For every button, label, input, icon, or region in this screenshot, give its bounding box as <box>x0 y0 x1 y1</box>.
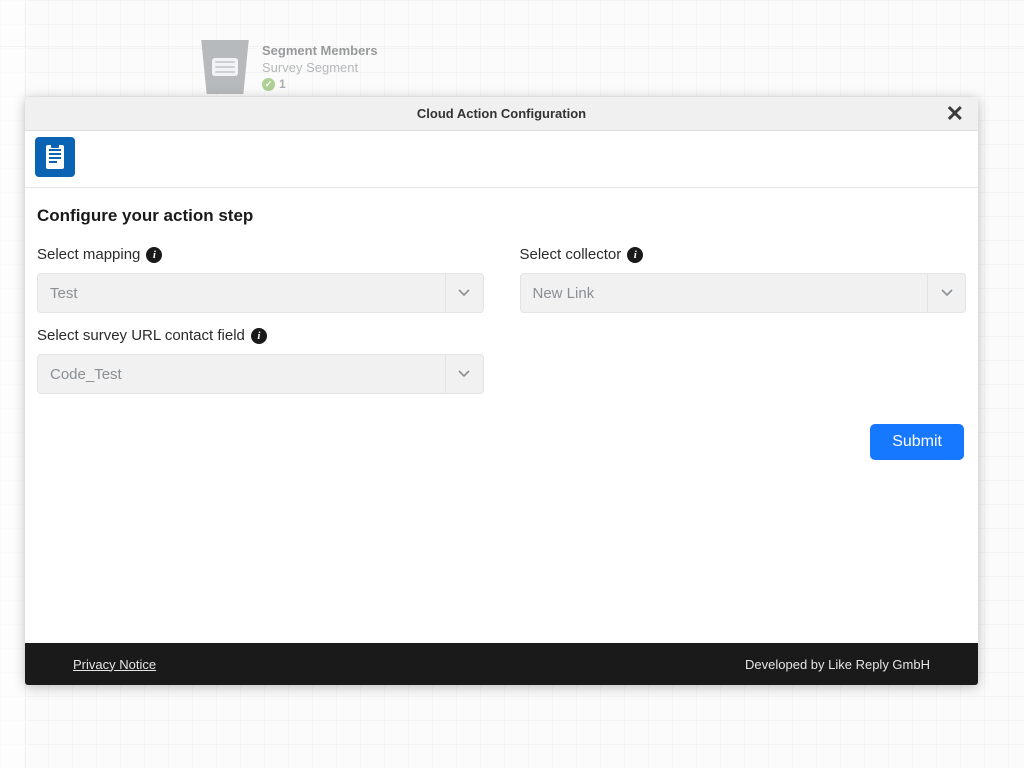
mapping-label: Select mapping i <box>37 246 484 263</box>
modal-footer: Privacy Notice Developed by Like Reply G… <box>25 643 978 685</box>
privacy-notice-link[interactable]: Privacy Notice <box>73 657 156 672</box>
developer-credit: Developed by Like Reply GmbH <box>745 657 930 672</box>
url-field-label: Select survey URL contact field i <box>37 327 484 344</box>
modal-header: Cloud Action Configuration ✕ <box>25 97 978 131</box>
collector-label: Select collector i <box>520 246 967 263</box>
collector-select-value: New Link <box>533 285 595 302</box>
info-icon[interactable]: i <box>251 328 267 344</box>
modal-iconbar <box>25 131 978 188</box>
info-icon[interactable]: i <box>146 247 162 263</box>
chevron-down-icon <box>927 274 965 312</box>
cloud-action-config-modal: Cloud Action Configuration ✕ Configure y… <box>25 97 978 685</box>
chevron-down-icon <box>445 355 483 393</box>
submit-button[interactable]: Submit <box>870 424 964 460</box>
info-icon[interactable]: i <box>627 247 643 263</box>
section-title: Configure your action step <box>37 206 966 226</box>
document-icon <box>35 137 75 177</box>
mapping-select[interactable]: Test <box>37 273 484 313</box>
url-field-select[interactable]: Code_Test <box>37 354 484 394</box>
collector-select[interactable]: New Link <box>520 273 967 313</box>
modal-body: Configure your action step Select mappin… <box>25 188 978 643</box>
mapping-select-value: Test <box>50 285 78 302</box>
modal-title: Cloud Action Configuration <box>417 106 586 121</box>
url-field-select-value: Code_Test <box>50 366 122 383</box>
chevron-down-icon <box>445 274 483 312</box>
close-icon[interactable]: ✕ <box>940 99 970 129</box>
